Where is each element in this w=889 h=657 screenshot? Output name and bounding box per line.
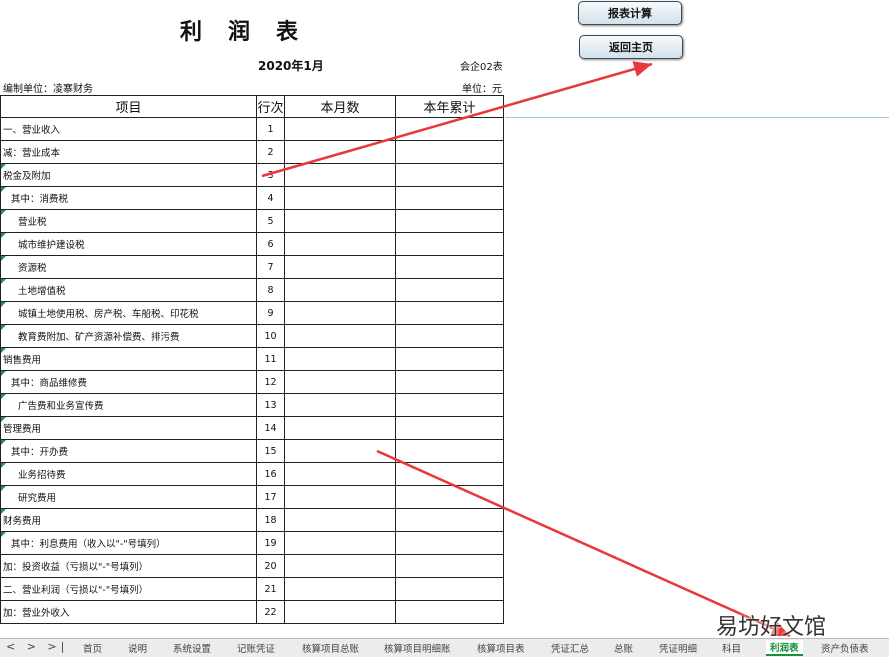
sheet-tab[interactable]: 利润表: [766, 640, 803, 656]
sheet-tab[interactable]: 记账凭证: [237, 641, 275, 655]
annotation-arrow-line: [261, 62, 653, 178]
sheet-tab[interactable]: 科目: [722, 641, 741, 655]
sheet-navigation-arrows[interactable]: < > >|: [6, 640, 68, 653]
annotation-arrows: [261, 61, 791, 638]
sheet-tab[interactable]: 核算项目明细账: [384, 641, 451, 655]
sheet-tab[interactable]: 系统设置: [173, 641, 211, 655]
sheet-tab[interactable]: 凭证汇总: [551, 641, 589, 655]
sheet-tab[interactable]: 核算项目表: [477, 641, 525, 655]
watermark: 易坊好文馆: [716, 615, 827, 640]
sheet-tab[interactable]: 首页: [83, 641, 102, 655]
sheet-tab[interactable]: 资产负债表: [821, 641, 869, 655]
sheet-tab[interactable]: 总账: [614, 641, 633, 655]
sheet-tab[interactable]: 核算项目总账: [302, 641, 359, 655]
sheet-tab[interactable]: 说明: [128, 641, 147, 655]
sheet-tab[interactable]: 凭证明细: [659, 641, 697, 655]
